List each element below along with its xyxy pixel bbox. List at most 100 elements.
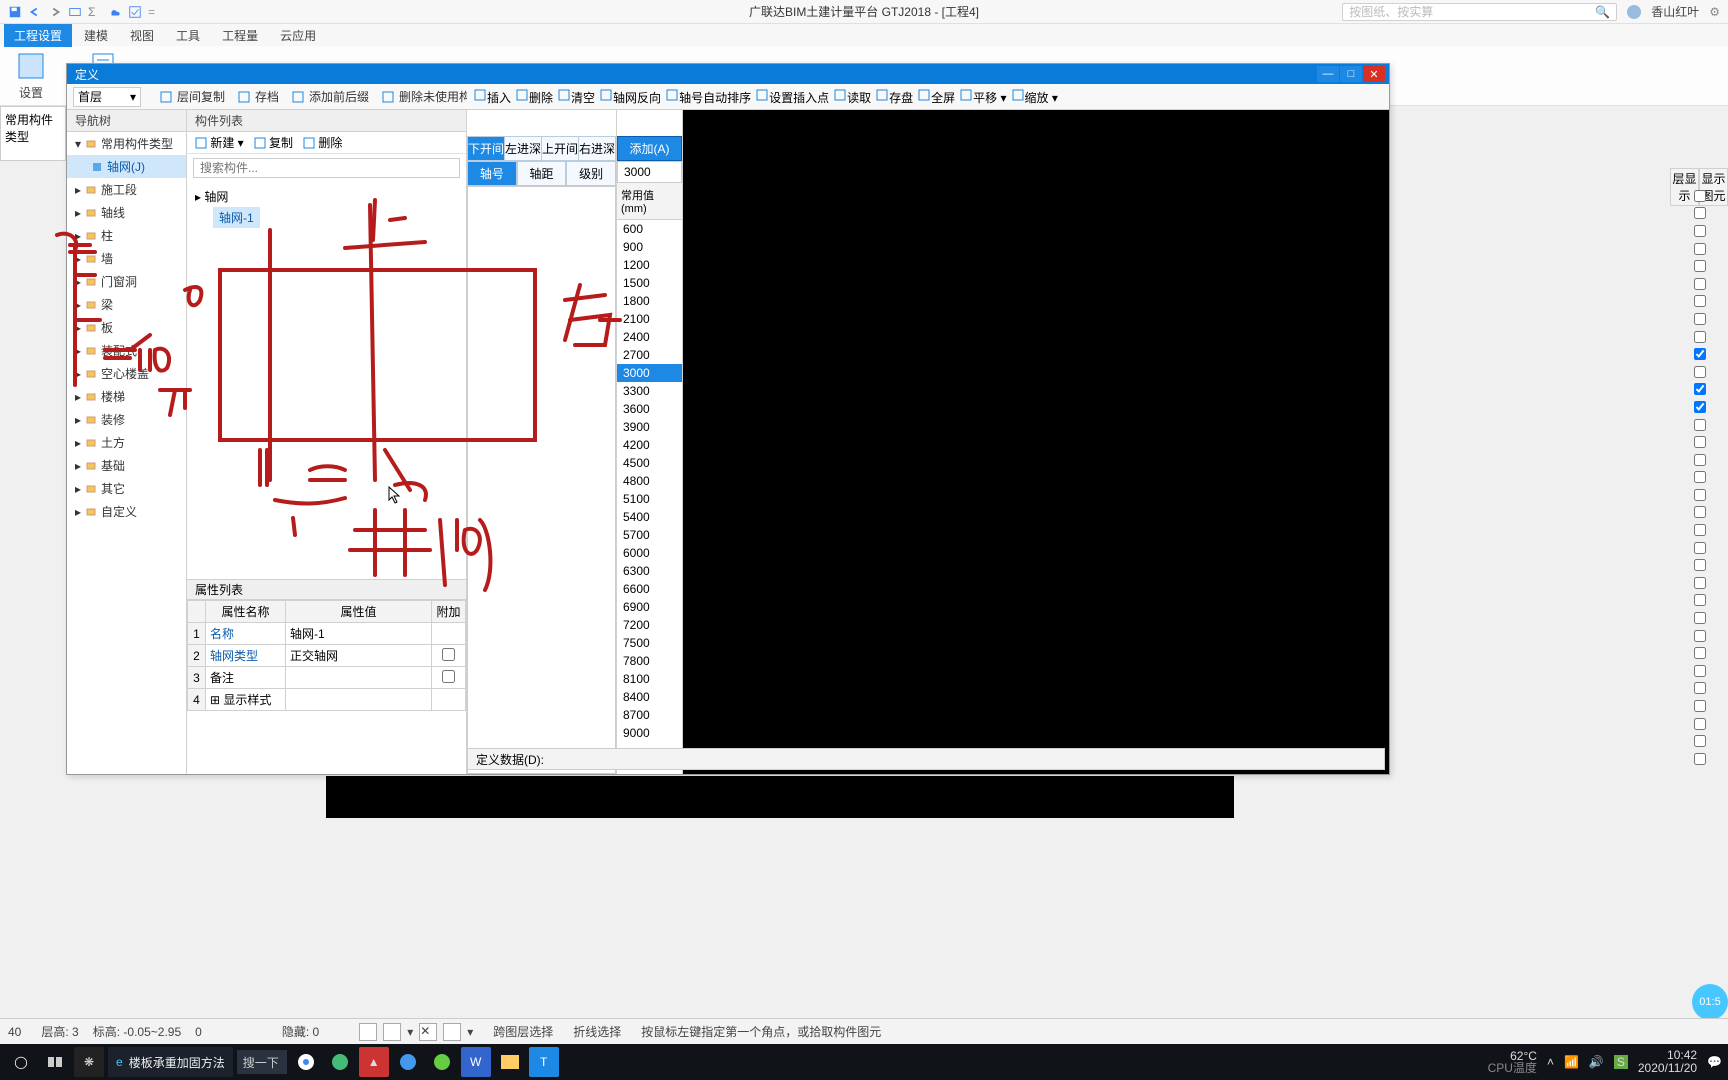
nav-item-15[interactable]: ▸ 其它 <box>67 477 186 500</box>
layer-chk-15[interactable] <box>1694 454 1706 466</box>
main-tab-1[interactable]: 建模 <box>74 24 118 47</box>
layer-chk-30[interactable] <box>1694 718 1706 730</box>
common-val[interactable]: 5100 <box>617 490 682 508</box>
close-button[interactable]: ✕ <box>1363 66 1385 82</box>
nav-item-11[interactable]: ▸ 楼梯 <box>67 385 186 408</box>
main-tab-0[interactable]: 工程设置 <box>4 24 72 47</box>
nav-item-12[interactable]: ▸ 装修 <box>67 408 186 431</box>
tray-up-icon[interactable]: ˄ <box>1547 1055 1554 1069</box>
layer-chk-19[interactable] <box>1694 524 1706 536</box>
common-val[interactable]: 4200 <box>617 436 682 454</box>
layer-chk-10[interactable] <box>1694 366 1706 378</box>
common-val[interactable]: 1800 <box>617 292 682 310</box>
grid-tool-4[interactable]: 轴号自动排序 <box>665 88 751 106</box>
layer-chk-14[interactable] <box>1694 436 1706 448</box>
common-val[interactable]: 3900 <box>617 418 682 436</box>
notif-icon[interactable]: 💬 <box>1707 1055 1722 1069</box>
red-icon[interactable]: ▲ <box>359 1047 389 1077</box>
common-val[interactable]: 2700 <box>617 346 682 364</box>
cross-icon[interactable]: ✕ <box>419 1023 437 1041</box>
common-val[interactable]: 600 <box>617 220 682 238</box>
fan-icon[interactable]: ❋ <box>74 1047 104 1077</box>
nav-item-14[interactable]: ▸ 基础 <box>67 454 186 477</box>
grid-sub-2[interactable]: 级别 <box>566 161 616 186</box>
layer-chk-22[interactable] <box>1694 577 1706 589</box>
edge-icon[interactable] <box>393 1047 423 1077</box>
app-icon[interactable]: T <box>529 1047 559 1077</box>
cloud-icon[interactable] <box>108 5 122 19</box>
common-val[interactable]: 3300 <box>617 382 682 400</box>
wps-icon[interactable]: W <box>461 1047 491 1077</box>
settings-icon[interactable]: ⚙ <box>1709 5 1720 19</box>
layer-chk-29[interactable] <box>1694 700 1706 712</box>
grid-tool-10[interactable]: 缩放 ▾ <box>1011 88 1058 106</box>
comp-tool-2[interactable]: 删除 <box>303 134 342 151</box>
prop-att[interactable] <box>432 623 466 645</box>
sigma-icon[interactable]: Σ <box>88 5 102 19</box>
redo-icon[interactable] <box>48 5 62 19</box>
common-val[interactable]: 6300 <box>617 562 682 580</box>
nav-item-8[interactable]: ▸ 板 <box>67 316 186 339</box>
grid-tab-3[interactable]: 右进深 <box>579 137 615 160</box>
layer-chk-8[interactable] <box>1694 331 1706 343</box>
common-val[interactable]: 8100 <box>617 670 682 688</box>
grid-tool-8[interactable]: 全屏 <box>917 88 955 106</box>
common-val[interactable]: 6600 <box>617 580 682 598</box>
floor-select[interactable]: 首层▾ <box>73 87 141 107</box>
grid-tool-2[interactable]: 清空 <box>557 88 595 106</box>
explorer-icon[interactable] <box>495 1047 525 1077</box>
rib-settings[interactable]: 设置 <box>10 50 52 101</box>
grid-tab-2[interactable]: 上开间 <box>542 137 579 160</box>
snap-icon[interactable] <box>359 1023 377 1041</box>
tray-net-icon[interactable]: 📶 <box>1564 1055 1579 1069</box>
common-val[interactable]: 7800 <box>617 652 682 670</box>
layer-chk-6[interactable] <box>1694 295 1706 307</box>
layer-chk-5[interactable] <box>1694 278 1706 290</box>
common-val[interactable]: 1200 <box>617 256 682 274</box>
grid-tool-6[interactable]: 读取 <box>833 88 871 106</box>
prop-val[interactable]: 正交轴网 <box>286 645 432 667</box>
task-search[interactable]: 搜一下 <box>237 1050 287 1074</box>
def-tool-2[interactable]: 添加前后缀 <box>285 86 375 107</box>
grid-tool-9[interactable]: 平移 ▾ <box>959 88 1006 106</box>
timer-bubble[interactable]: 01:5 <box>1692 984 1728 1020</box>
layer-chk-0[interactable] <box>1694 190 1706 202</box>
grid-tool-1[interactable]: 删除 <box>515 88 553 106</box>
layer-chk-7[interactable] <box>1694 313 1706 325</box>
layer-chk-16[interactable] <box>1694 471 1706 483</box>
common-val[interactable]: 3600 <box>617 400 682 418</box>
layer-chk-26[interactable] <box>1694 647 1706 659</box>
def-tool-1[interactable]: 存档 <box>231 86 285 107</box>
layer-chk-9[interactable] <box>1694 348 1706 360</box>
layer-chk-32[interactable] <box>1694 753 1706 765</box>
undo-icon[interactable] <box>28 5 42 19</box>
layer-chk-27[interactable] <box>1694 665 1706 677</box>
preview-canvas[interactable] <box>683 110 1389 774</box>
common-val[interactable]: 6900 <box>617 598 682 616</box>
nav-item-9[interactable]: ▸ 装配式 <box>67 339 186 362</box>
taskview-icon[interactable] <box>40 1047 70 1077</box>
sel-cross-layer[interactable]: 跨图层选择 <box>493 1023 553 1040</box>
grid-value-input[interactable]: 3000 <box>617 161 682 183</box>
main-tab-5[interactable]: 云应用 <box>270 24 326 47</box>
max-button[interactable]: □ <box>1340 66 1362 82</box>
prop-val[interactable]: 轴网-1 <box>286 623 432 645</box>
grid-icon[interactable] <box>383 1023 401 1041</box>
nav-item-0[interactable]: ▾ 常用构件类型 <box>67 132 186 155</box>
prop-val[interactable] <box>286 667 432 689</box>
grid-tab-1[interactable]: 左进深 <box>505 137 542 160</box>
nav-item-13[interactable]: ▸ 土方 <box>67 431 186 454</box>
sogou-icon[interactable] <box>325 1047 355 1077</box>
layer-chk-21[interactable] <box>1694 559 1706 571</box>
nav-item-4[interactable]: ▸ 柱 <box>67 224 186 247</box>
start-icon[interactable]: ◯ <box>6 1047 36 1077</box>
common-val[interactable]: 7500 <box>617 634 682 652</box>
layer-chk-20[interactable] <box>1694 542 1706 554</box>
common-val[interactable]: 2100 <box>617 310 682 328</box>
nav-item-3[interactable]: ▸ 轴线 <box>67 201 186 224</box>
layer-chk-4[interactable] <box>1694 260 1706 272</box>
save-icon[interactable] <box>8 5 22 19</box>
top-search[interactable]: 按图纸、按实算🔍 <box>1342 3 1617 21</box>
nav-item-1[interactable]: 轴网(J) <box>67 155 186 178</box>
common-val[interactable]: 5400 <box>617 508 682 526</box>
